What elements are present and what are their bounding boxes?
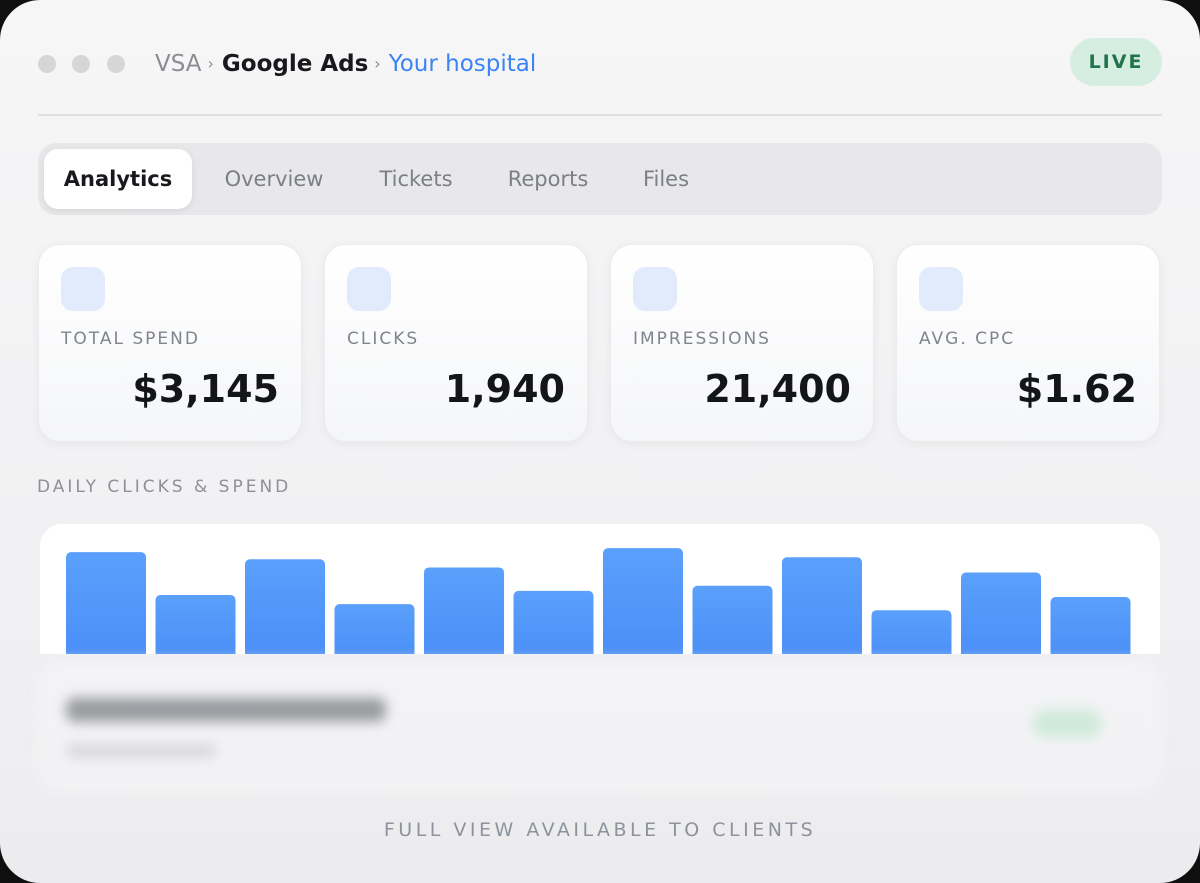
stat-value: $1.62 <box>1016 367 1137 411</box>
chart-bar <box>424 567 504 654</box>
chart-bar <box>961 572 1041 654</box>
locked-content-preview <box>38 660 1162 792</box>
chart-section-title: DAILY CLICKS & SPEND <box>37 477 292 497</box>
stat-card-avg-cpc: AVG. CPC $1.62 <box>896 244 1160 442</box>
impressions-icon <box>633 267 677 311</box>
stat-value: 21,400 <box>704 367 851 411</box>
breadcrumb-org[interactable]: VSA <box>155 51 202 77</box>
chart-bar <box>782 557 862 654</box>
bar-chart-svg <box>66 548 1131 654</box>
client-access-note: FULL VIEW AVAILABLE TO CLIENTS <box>383 819 817 841</box>
stat-label: CLICKS <box>347 329 420 349</box>
breadcrumb-separator-icon: › <box>207 54 214 73</box>
tab-tickets[interactable]: Tickets <box>360 149 472 209</box>
window-maximize-dot[interactable] <box>107 55 125 73</box>
breadcrumb-section[interactable]: Google Ads <box>222 51 368 77</box>
live-status-badge: LIVE <box>1070 38 1162 86</box>
breadcrumb: VSA › Google Ads › Your hospital <box>155 48 536 82</box>
blurred-status-pill <box>1032 710 1102 738</box>
tab-overview[interactable]: Overview <box>206 149 342 209</box>
chart-bar <box>245 559 325 654</box>
chart-bar <box>155 594 236 654</box>
breadcrumb-separator-icon: › <box>374 54 381 73</box>
cpc-icon <box>919 267 963 311</box>
stat-card-impressions: IMPRESSIONS 21,400 <box>610 244 874 442</box>
stat-label: TOTAL SPEND <box>61 329 200 349</box>
chart-bar <box>1050 596 1131 654</box>
spend-icon <box>61 267 105 311</box>
chart-bar <box>603 548 683 654</box>
title-bar: VSA › Google Ads › Your hospital LIVE <box>38 38 1162 90</box>
header-divider <box>38 114 1162 116</box>
blurred-title <box>66 698 386 722</box>
clicks-icon <box>347 267 391 311</box>
daily-clicks-chart <box>40 524 1160 654</box>
stat-card-total-spend: TOTAL SPEND $3,145 <box>38 244 302 442</box>
stat-label: IMPRESSIONS <box>633 329 771 349</box>
chart-bar <box>513 590 594 654</box>
chart-bar <box>871 610 952 654</box>
window-minimize-dot[interactable] <box>72 55 90 73</box>
tab-files[interactable]: Files <box>626 149 706 209</box>
breadcrumb-client[interactable]: Your hospital <box>389 51 537 77</box>
stat-card-clicks: CLICKS 1,940 <box>324 244 588 442</box>
window-close-dot[interactable] <box>38 55 56 73</box>
stat-value: 1,940 <box>444 367 565 411</box>
app-window: VSA › Google Ads › Your hospital LIVE Analyt… <box>0 0 1200 883</box>
tab-analytics[interactable]: Analytics <box>44 149 192 209</box>
blurred-subtitle <box>66 744 216 758</box>
chart-bar <box>334 604 415 654</box>
tab-bar: Analytics Overview Tickets Reports Files <box>38 143 1162 215</box>
tab-reports[interactable]: Reports <box>490 149 606 209</box>
stat-label: AVG. CPC <box>919 329 1016 349</box>
chart-bar <box>66 552 146 654</box>
stat-value: $3,145 <box>132 367 279 411</box>
chart-bar <box>692 585 773 654</box>
